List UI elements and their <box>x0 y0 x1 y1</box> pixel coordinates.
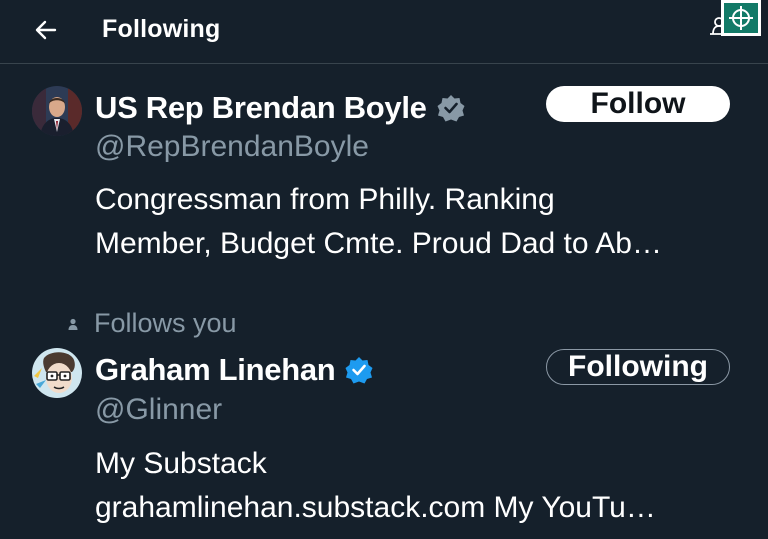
follows-you-label: Follows you <box>66 308 237 339</box>
user-handle: @RepBrendanBoyle <box>95 130 369 163</box>
back-button[interactable] <box>30 14 62 46</box>
user-handle: @Glinner <box>95 393 223 426</box>
verified-badge-icon <box>437 95 465 122</box>
bio-line: Congressman from Philly. Ranking <box>95 183 555 216</box>
top-app-bar: Following <box>0 0 768 64</box>
bio-line: Member, Budget Cmte. Proud Dad to Ab… <box>95 227 662 260</box>
user-bio: My Substack grahamlinehan.substack.com M… <box>95 442 745 530</box>
bio-line[interactable]: grahamlinehan.substack.com My YouTu… <box>95 486 745 530</box>
avatar-photo <box>32 86 82 136</box>
avatar[interactable] <box>32 86 82 136</box>
follows-you-text: Follows you <box>94 308 237 338</box>
avatar[interactable] <box>32 348 82 398</box>
arrow-left-icon <box>35 20 57 40</box>
follow-button[interactable]: Follow <box>546 86 730 122</box>
add-user-overlay-icon[interactable] <box>704 0 768 42</box>
person-icon <box>68 318 78 330</box>
user-row[interactable]: US Rep Brendan Boyle Follow @RepBrendanB… <box>0 64 768 294</box>
name-line: US Rep Brendan Boyle <box>95 90 465 126</box>
avatar-cartoon <box>32 348 82 398</box>
display-name[interactable]: US Rep Brendan Boyle <box>95 90 427 126</box>
user-row[interactable]: Follows you Graham Linehan Following @Gl… <box>0 294 768 539</box>
display-name[interactable]: Graham Linehan <box>95 352 336 388</box>
user-bio: Congressman from Philly. Ranking Member,… <box>95 178 745 266</box>
page-title: Following <box>102 15 221 43</box>
following-button[interactable]: Following <box>546 349 730 385</box>
verified-badge-icon <box>345 357 373 384</box>
bio-line: My Substack <box>95 447 267 480</box>
name-line: Graham Linehan <box>95 352 373 388</box>
